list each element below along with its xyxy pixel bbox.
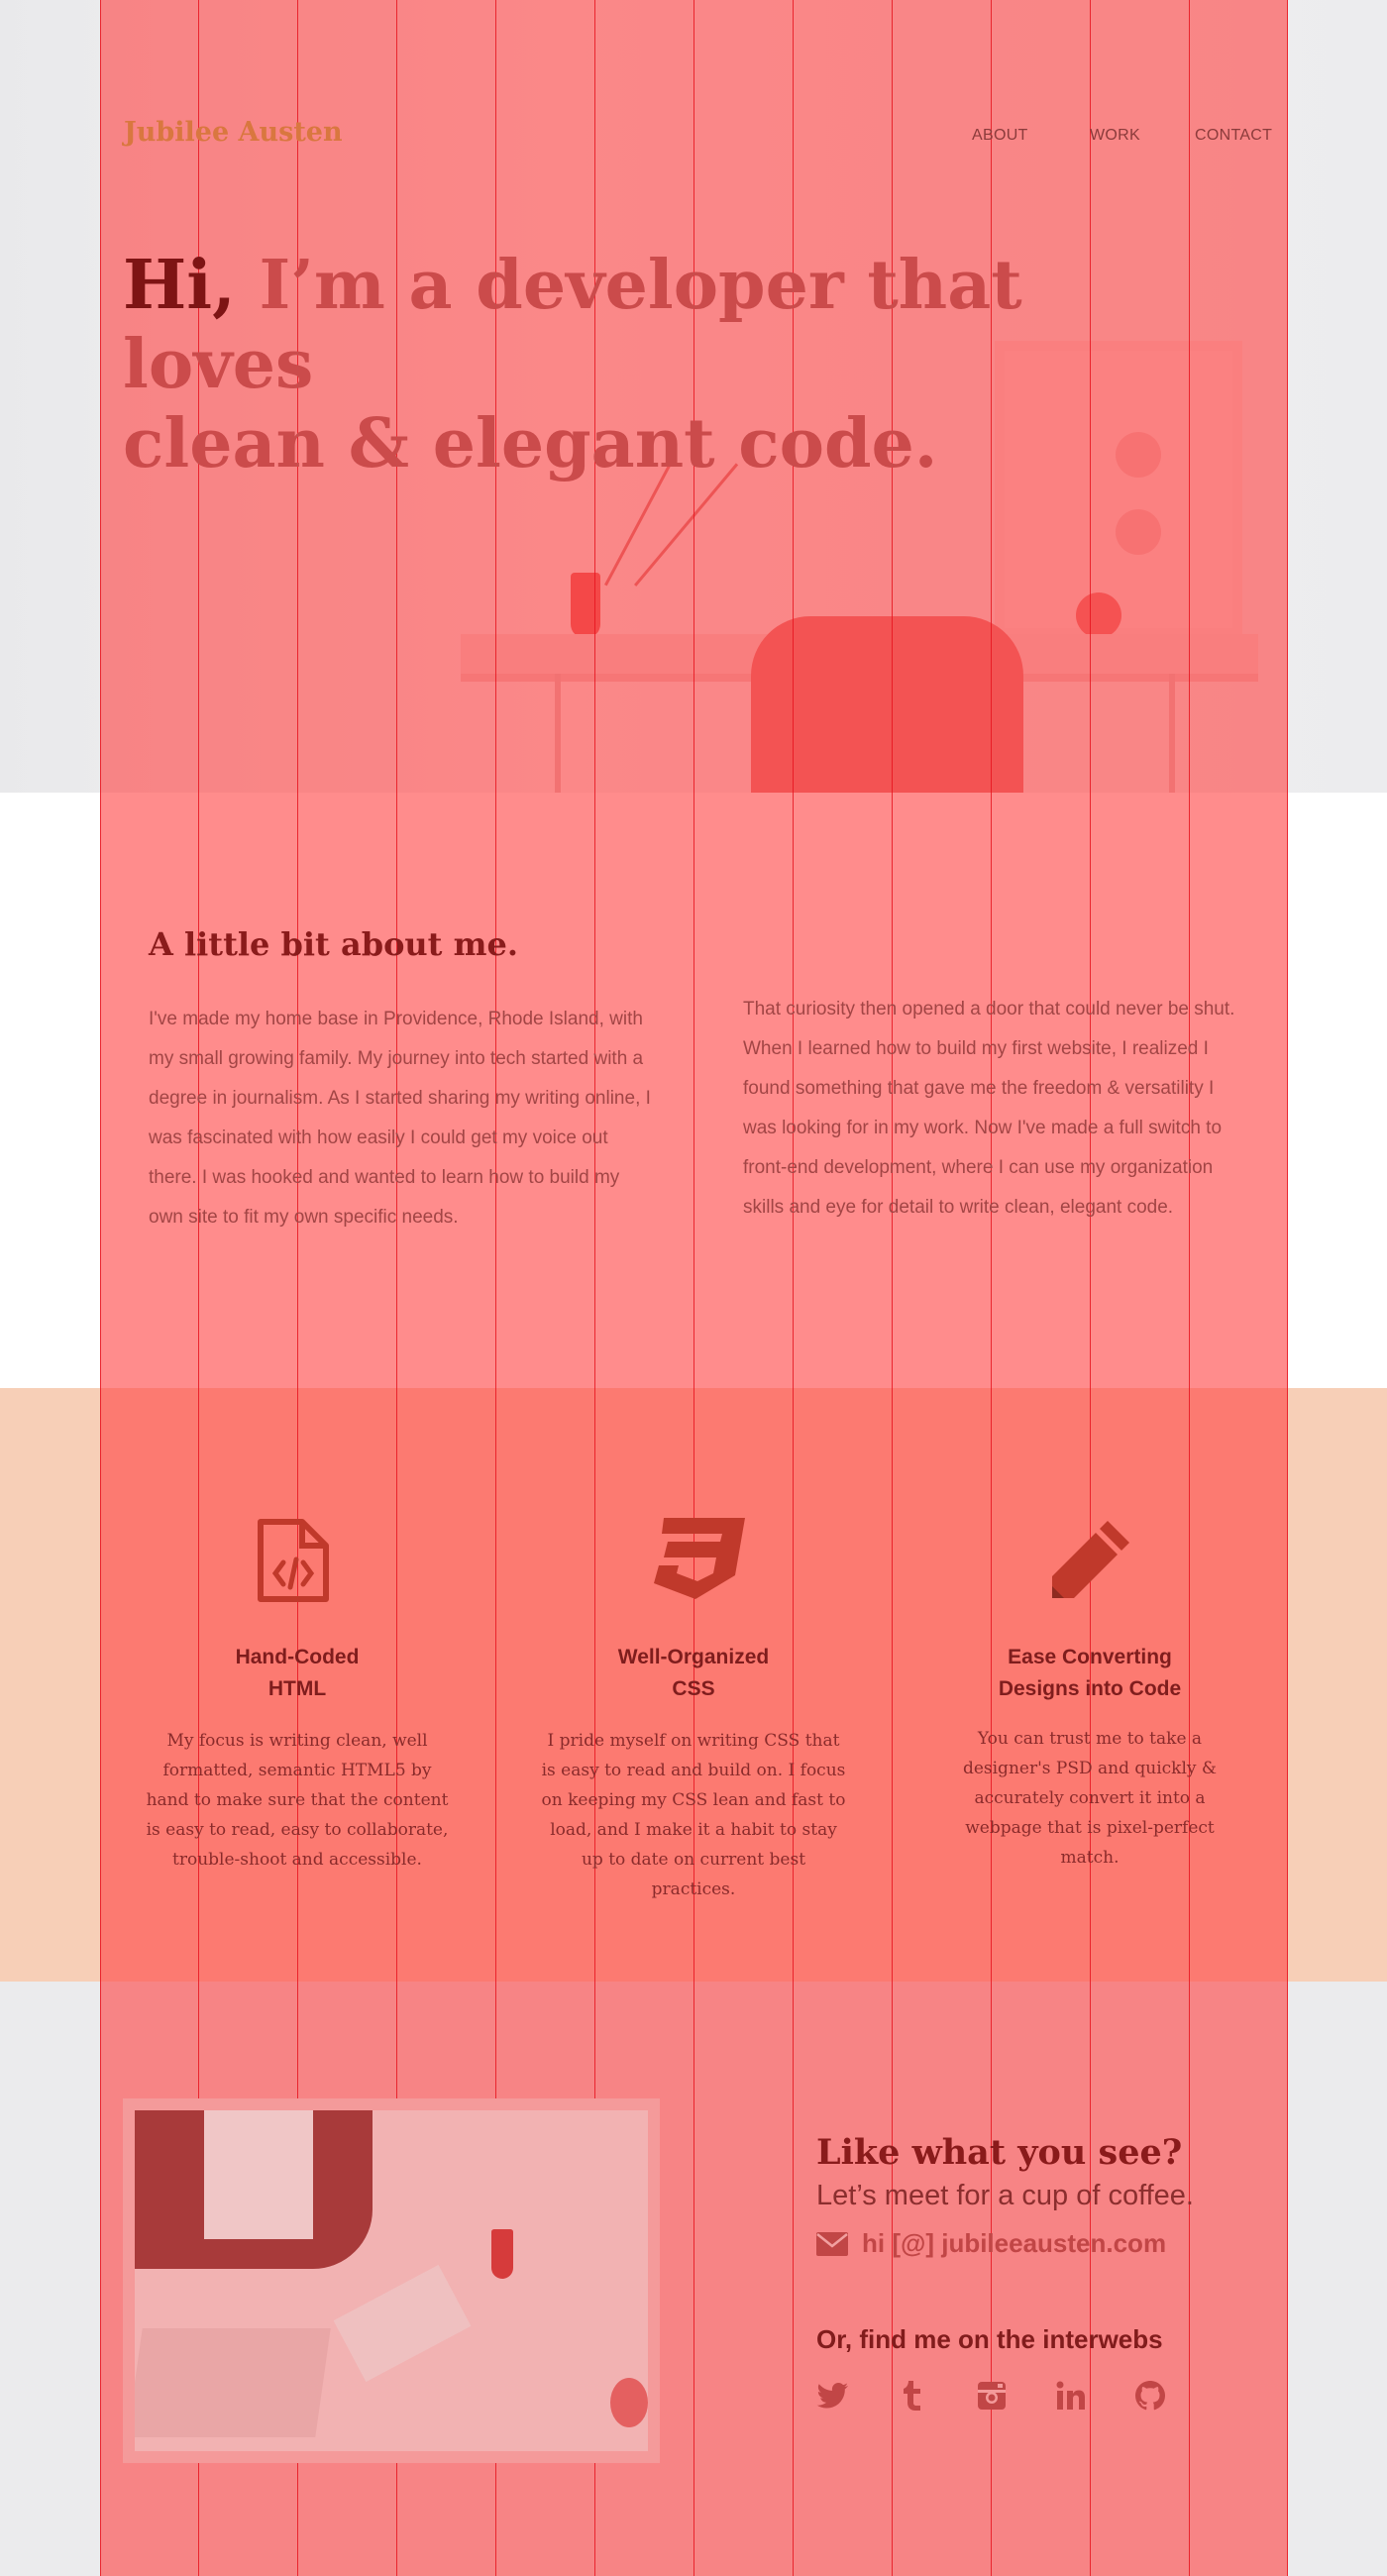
laptop [135,2328,331,2437]
desk-leg [555,674,561,793]
desk-leg [1169,674,1175,793]
person-shirt [204,2110,313,2239]
flower-pot [1076,592,1121,638]
hero-line2: clean & elegant code. [123,404,938,483]
flower-pot [610,2378,648,2427]
skill-title-line: Well-Organized [617,1646,770,1668]
skill-title-line: CSS [672,1677,715,1700]
tumblr-icon[interactable] [896,2379,929,2413]
skill-title-line: Hand-Coded [235,1646,360,1668]
skill-title-design: Ease Converting Designs into Code [941,1642,1238,1705]
skill-title-line: Ease Converting [1008,1646,1172,1668]
photo-image [135,2110,648,2451]
email-link[interactable]: hi [@] jubileeausten.com [862,2228,1166,2259]
social-heading: Or, find me on the interwebs [816,2324,1163,2354]
skill-title-css: Well-Organized CSS [545,1642,842,1705]
grid-line [1287,0,1288,2576]
contact-photo [123,2098,660,2463]
about-heading: A little bit about me. [149,925,518,963]
site-logo[interactable]: Jubilee Austen [124,117,343,148]
css3-icon [654,1518,745,1599]
nav-work[interactable]: WORK [1090,127,1140,145]
art-circle [1116,432,1161,478]
skill-text-design: You can trust me to take a designer's PS… [962,1729,1218,1868]
art-circle [1116,509,1161,555]
contact-heading: Like what you see? [816,2132,1183,2173]
nav-contact[interactable]: CONTACT [1195,127,1272,145]
github-icon[interactable] [1133,2379,1167,2413]
skill-title-line: Designs into Code [998,1677,1182,1700]
pencil-icon [1052,1521,1129,1598]
nav-about[interactable]: ABOUT [972,127,1028,145]
envelope-icon [816,2232,848,2256]
about-right-paragraph: That curiosity then opened a door that c… [743,999,1235,1218]
red-vase [491,2229,513,2279]
hero-hi: Hi, [123,246,236,325]
grid-line [100,0,101,2576]
contact-subheading: Let’s meet for a cup of coffee. [816,2180,1194,2211]
instagram-icon[interactable] [975,2379,1009,2413]
skill-title-html: Hand-Coded HTML [149,1642,446,1705]
twitter-icon[interactable] [816,2379,850,2413]
hero-line1: I’m a developer that loves [123,246,1022,404]
about-left-paragraph: I've made my home base in Providence, Rh… [149,1009,651,1228]
red-vase [571,573,600,638]
skill-title-line: HTML [267,1677,327,1700]
skill-text-css: I pride myself on writing CSS that is ea… [541,1731,846,1899]
file-code-icon [258,1519,329,1602]
skill-text-html: My focus is writing clean, well formatte… [146,1731,449,1870]
notebook [333,2264,472,2383]
linkedin-icon[interactable] [1054,2379,1088,2413]
hero-headline: Hi, I’m a developer that loves clean & e… [123,246,1114,483]
